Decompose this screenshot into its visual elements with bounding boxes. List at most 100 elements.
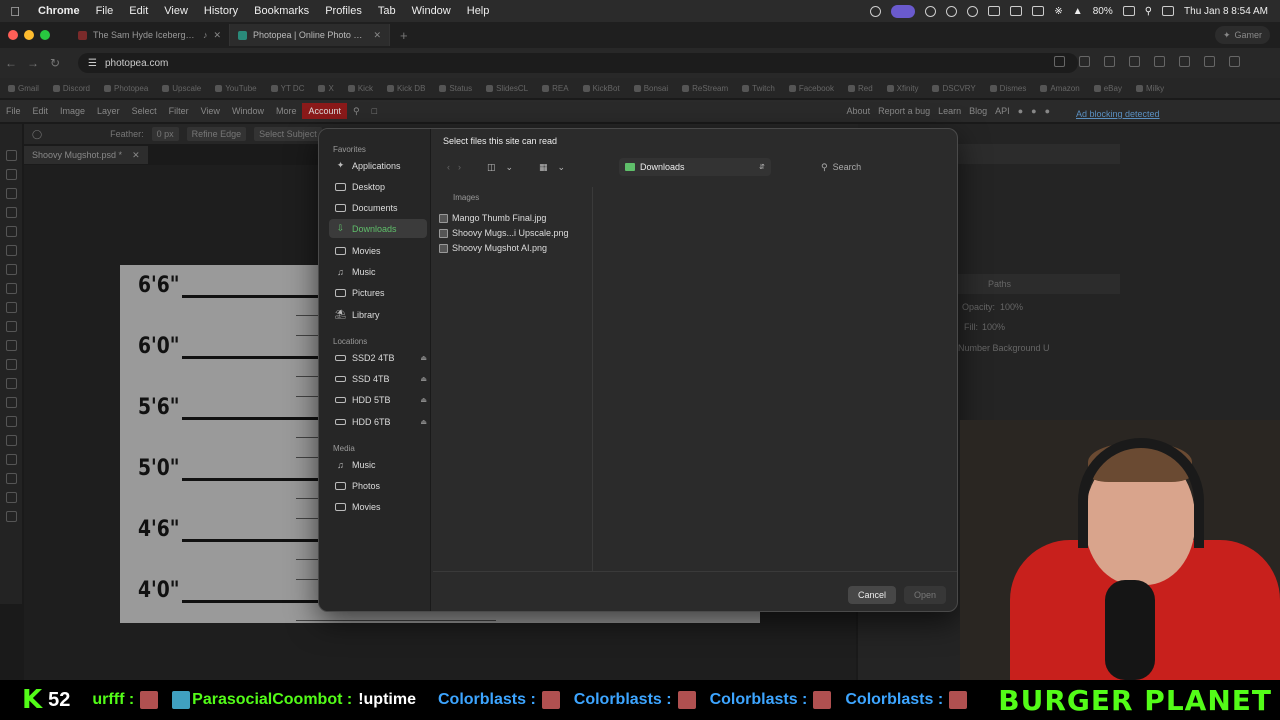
bookmark-item[interactable]: X — [318, 84, 334, 93]
file-item[interactable]: Shoovy Mugshot AI.png — [439, 241, 589, 255]
bookmark-item[interactable]: Milky — [1135, 84, 1164, 93]
bookmark-item[interactable]: Xfinity — [886, 84, 918, 93]
layer-name[interactable]: Number Background U — [958, 343, 1050, 353]
spotlight-search-icon[interactable]: ⚲ — [1145, 6, 1152, 17]
menu-help[interactable]: Help — [459, 5, 498, 17]
location-select[interactable]: Downloads ⇵ — [619, 158, 771, 176]
menu-bookmarks[interactable]: Bookmarks — [246, 5, 317, 17]
sidebar-item-ssd2[interactable]: SSD2 4TB ⏏ — [329, 348, 427, 367]
sidebar-item-desktop[interactable]: Desktop — [329, 177, 427, 196]
heal-tool-icon[interactable] — [5, 264, 17, 275]
menu-edit[interactable]: Edit — [121, 5, 156, 17]
sidebar-item-hdd5[interactable]: HDD 5TB ⏏ — [329, 390, 427, 409]
sidebar-item-downloads[interactable]: ⇩ Downloads — [329, 219, 427, 238]
tab-photopea[interactable]: Photopea | Online Photo Edit ✕ — [230, 24, 390, 46]
eject-icon[interactable]: ⏏ — [420, 375, 427, 383]
menu-profiles[interactable]: Profiles — [317, 5, 370, 17]
bookmark-star-icon[interactable] — [1104, 56, 1115, 67]
bookmark-item[interactable]: REA — [542, 84, 569, 93]
bookmark-item[interactable]: Gmail — [8, 84, 39, 93]
pp-menu-image[interactable]: Image — [54, 106, 91, 116]
move-tool-icon[interactable] — [5, 150, 17, 161]
volume-icon[interactable] — [988, 6, 1001, 16]
wand-tool-icon[interactable] — [5, 207, 17, 218]
close-window-button[interactable] — [8, 30, 18, 40]
sidebar-item-ssd[interactable]: SSD 4TB ⏏ — [329, 369, 427, 388]
lasso-tool-icon[interactable] — [5, 188, 17, 199]
bookmark-item[interactable]: DSCVRY — [932, 84, 976, 93]
new-tab-plus-icon[interactable]: + — [400, 28, 408, 43]
forward-chevron-icon[interactable]: › — [458, 162, 461, 172]
sidebar-item-movies[interactable]: Movies — [329, 241, 427, 260]
avatar[interactable] — [1229, 56, 1240, 67]
profile-chip[interactable]: ✦ Gamer — [1214, 26, 1270, 44]
apple-icon[interactable]:  — [0, 4, 30, 19]
pen-tool-icon[interactable] — [5, 435, 17, 446]
sidebar-item-music[interactable]: ♫ Music — [329, 262, 427, 281]
minimize-window-button[interactable] — [24, 30, 34, 40]
eject-icon[interactable]: ⏏ — [420, 396, 427, 404]
sidebar-item-applications[interactable]: ✦ Applications — [329, 156, 427, 175]
marquee-tool-icon[interactable] — [5, 169, 17, 180]
type-tool-icon[interactable] — [5, 416, 17, 427]
activity-icon[interactable] — [870, 5, 882, 17]
address-bar[interactable]: ☰ photopea.com — [78, 53, 1078, 73]
sidebar-item-library[interactable]: ⛱ Library — [329, 305, 427, 324]
bookmark-item[interactable]: Twitch — [742, 84, 775, 93]
bookmark-item[interactable]: ReStream — [682, 84, 728, 93]
speaker-icon[interactable]: ♪ — [203, 30, 208, 40]
pp-link-learn[interactable]: Learn — [938, 106, 961, 116]
bookmark-item[interactable]: Status — [439, 84, 472, 93]
lasso-mode-icon[interactable]: ◯ — [32, 129, 42, 140]
bookmark-item[interactable]: Kick DB — [386, 84, 425, 93]
menubar-datetime[interactable]: Thu Jan 8 8:54 AM — [1184, 6, 1268, 17]
bookmark-item[interactable]: Upscale — [162, 84, 201, 93]
file-item[interactable]: Shoovy Mugs...i Upscale.png — [439, 226, 589, 240]
install-icon[interactable] — [1079, 56, 1090, 67]
pp-menu-filter[interactable]: Filter — [163, 106, 195, 116]
pp-menu-more[interactable]: More — [270, 106, 303, 116]
bookmark-item[interactable]: Bonsai — [633, 84, 668, 93]
select-subject-button[interactable]: Select Subject — [254, 127, 322, 141]
site-info-icon[interactable]: ☰ — [88, 58, 97, 69]
clock-icon[interactable] — [925, 5, 937, 17]
twitter-icon[interactable]: ● — [1031, 106, 1036, 116]
open-button[interactable]: Open — [904, 586, 947, 604]
bookmark-item[interactable]: YouTube — [215, 84, 257, 93]
menu-file[interactable]: File — [88, 5, 122, 17]
sidebar-item-media-music[interactable]: ♫ Music — [329, 455, 427, 474]
page-icon[interactable] — [1054, 56, 1065, 67]
screen-record-icon[interactable] — [891, 4, 916, 18]
menu-view[interactable]: View — [156, 5, 196, 17]
eyedropper-tool-icon[interactable] — [5, 245, 17, 256]
brush-tool-icon[interactable] — [5, 283, 17, 294]
cancel-button[interactable]: Cancel — [848, 586, 897, 604]
document-tab[interactable]: Shoovy Mugshot.psd * ✕ — [24, 146, 148, 164]
pp-menu-edit[interactable]: Edit — [27, 106, 55, 116]
file-item[interactable]: Mango Thumb Final.jpg — [439, 211, 589, 225]
pp-menu-select[interactable]: Select — [126, 106, 163, 116]
control-center-icon[interactable] — [1162, 6, 1175, 16]
column-view-button[interactable]: ◫ ⌄ — [487, 158, 513, 176]
pp-menu-window[interactable]: Window — [226, 106, 270, 116]
eject-icon[interactable]: ⏏ — [420, 354, 427, 362]
group-view-button[interactable]: ▦ ⌄ — [539, 158, 565, 176]
search-icon[interactable]: ⚲ — [347, 106, 366, 117]
pp-link-about[interactable]: About — [847, 106, 871, 116]
feather-input[interactable]: 0 px — [151, 127, 179, 141]
bookmark-item[interactable]: Photopea — [104, 84, 148, 93]
back-chevron-icon[interactable]: ‹ — [447, 162, 450, 172]
pp-menu-layer[interactable]: Layer — [91, 106, 126, 116]
extension-icon[interactable] — [1154, 56, 1165, 67]
pp-menu-file[interactable]: File — [0, 106, 27, 116]
extension-icon[interactable] — [1129, 56, 1140, 67]
pp-link-report-bug[interactable]: Report a bug — [878, 106, 930, 116]
paths-tab[interactable]: Paths — [988, 279, 1011, 289]
menu-window[interactable]: Window — [404, 5, 459, 17]
facebook-icon[interactable]: ● — [1045, 106, 1050, 116]
pp-menu-view[interactable]: View — [195, 106, 226, 116]
wifi-icon[interactable]: ▲ — [1073, 6, 1083, 17]
menu-chrome[interactable]: Chrome — [30, 5, 88, 17]
adblock-notice-link[interactable]: Ad blocking detected — [1076, 109, 1160, 119]
sidebar-item-media-photos[interactable]: Photos — [329, 476, 427, 495]
